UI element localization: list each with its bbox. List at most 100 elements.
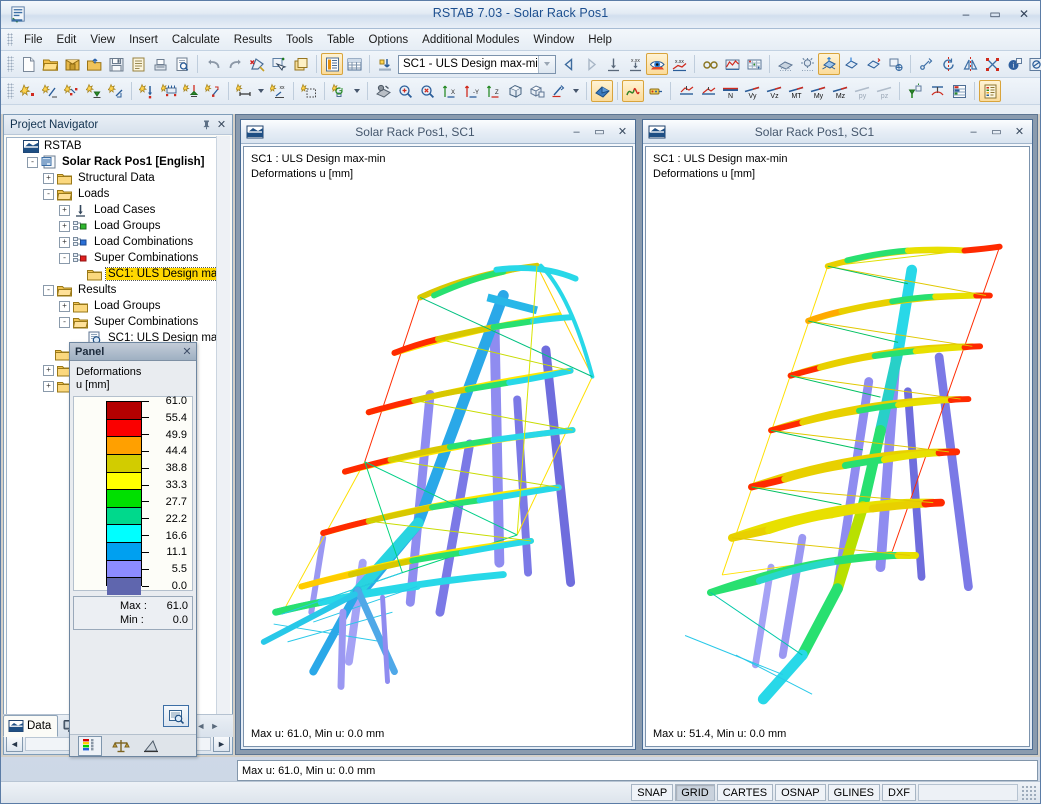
new-file-button[interactable] [17,53,39,75]
force-mt-button[interactable]: MT [785,80,807,102]
close-icon[interactable]: ✕ [180,345,194,359]
view-1-maximize-button[interactable]: ▭ [591,124,608,139]
comment-button[interactable]: xx [267,80,289,102]
view-iso-button[interactable] [818,53,840,75]
import-button[interactable] [83,53,105,75]
force-vy-button[interactable]: Vy [741,80,763,102]
print-preview-button[interactable] [171,53,193,75]
deformation-values-button[interactable]: x.xx [624,53,646,75]
new-imperfection-button[interactable] [180,80,202,102]
view-1-minimize-button[interactable]: – [568,124,585,139]
redo-button[interactable] [224,53,246,75]
tree-item-structural-data[interactable]: + Structural Data [7,170,229,186]
collapse-icon[interactable]: - [59,252,70,264]
rotate-object-button[interactable] [937,53,959,75]
panel-tab-color-scale[interactable] [78,735,102,756]
result-diagram-button[interactable] [721,53,743,75]
zoom-all-button[interactable] [416,80,438,102]
render-shaded-button[interactable] [591,80,613,102]
menu-item-view[interactable]: View [83,32,122,48]
view-in-y-button[interactable]: -Y [460,80,482,102]
view-2-maximize-button[interactable]: ▭ [988,124,1005,139]
show-table-grid-button[interactable] [343,53,365,75]
resize-grip[interactable] [1021,784,1037,801]
status-toggle-dxf[interactable]: DXF [882,784,916,801]
tree-item-sc1-uls-design-max-min[interactable]: SC1: ULS Design max-min [7,266,229,282]
navigator-tab-data[interactable]: Data [3,715,59,737]
tree-item-results[interactable]: - Results [7,282,229,298]
copy-object-button[interactable] [290,53,312,75]
close-button[interactable]: ✕ [1014,5,1034,22]
view-settings-button[interactable] [884,53,906,75]
mirror-object-button[interactable] [959,53,981,75]
new-node-button[interactable] [17,80,39,102]
menu-item-tools[interactable]: Tools [279,32,320,48]
status-toggle-cartes[interactable]: CARTES [716,784,774,801]
menu-item-table[interactable]: Table [320,32,362,48]
expand-icon[interactable]: + [43,364,54,376]
force-py-button[interactable]: py [851,80,873,102]
menu-item-results[interactable]: Results [227,32,279,48]
status-toggle-osnap[interactable]: OSNAP [775,784,826,801]
open-project-button[interactable] [61,53,83,75]
object-info-button[interactable]: i [1003,53,1025,75]
minimize-button[interactable]: – [956,5,976,22]
show-all-forces2-button[interactable] [697,80,719,102]
tree-item-super-combinations[interactable]: - Super Combinations [7,250,229,266]
next-load-case-button[interactable] [580,53,602,75]
new-generated-load-button[interactable] [202,80,224,102]
printout-report-open-button[interactable] [979,80,1001,102]
menu-item-calculate[interactable]: Calculate [165,32,227,48]
collapse-icon[interactable]: - [59,316,70,328]
new-member-button[interactable] [39,80,61,102]
status-toggle-snap[interactable]: SNAP [631,784,674,801]
result-tables-button[interactable] [948,80,970,102]
new-member-load-button[interactable] [158,80,180,102]
menu-item-options[interactable]: Options [362,32,416,48]
select-window-button[interactable] [298,80,320,102]
force-vz-button[interactable]: Vz [763,80,785,102]
tree-item-loads[interactable]: - Loads [7,186,229,202]
deformation-display-button[interactable] [602,53,624,75]
render-dots-button[interactable] [796,53,818,75]
printout-report-button[interactable] [127,53,149,75]
new-nodal-load-button[interactable] [136,80,158,102]
show-tables-button[interactable] [321,53,343,75]
tree-item-load-groups[interactable]: + Load Groups [7,298,229,314]
show-deformation-button[interactable] [622,80,644,102]
view-in-x-button[interactable]: X [438,80,460,102]
pin-icon[interactable] [199,117,214,132]
glasses-view-button[interactable] [699,53,721,75]
menu-item-edit[interactable]: Edit [50,32,84,48]
toolbar-grip[interactable] [7,83,14,99]
expand-icon[interactable]: + [59,220,70,232]
previous-load-case-button[interactable] [558,53,580,75]
result-section-button[interactable] [926,80,948,102]
force-my-button[interactable]: My [807,80,829,102]
edit-geometry-button[interactable] [246,53,268,75]
show-all-forces-button[interactable] [675,80,697,102]
panel-tab-factors[interactable] [110,737,132,755]
result-values-button[interactable]: x.xx [668,53,690,75]
tab-scroll-right-button[interactable]: ► [208,719,221,734]
tree-item-load-combinations[interactable]: + Load Combinations [7,234,229,250]
load-case-combo[interactable]: SC1 - ULS Design max-min [398,54,556,74]
result-direction-button[interactable] [904,80,926,102]
result-table-button[interactable] [743,53,765,75]
zoom-window-button[interactable] [394,80,416,102]
view-1-canvas[interactable]: SC1 : ULS Design max-min Deformations u … [243,146,633,747]
printout-capture-button[interactable] [1025,53,1041,75]
force-pz-button[interactable]: pz [873,80,895,102]
menu-item-file[interactable]: File [17,32,50,48]
generate-dropdown[interactable] [351,80,363,102]
tree-item-solar-rack-pos1-english[interactable]: - Solar Rack Pos1 [English] [7,154,229,170]
view-in-z-button[interactable]: Z [482,80,504,102]
select-objects-button[interactable] [268,53,290,75]
menu-item-help[interactable]: Help [581,32,619,48]
render-model-button[interactable] [372,80,394,102]
scale-object-button[interactable] [981,53,1003,75]
expand-icon[interactable]: + [43,380,54,392]
tree-item-super-combinations[interactable]: - Super Combinations [7,314,229,330]
collapse-icon[interactable]: - [43,284,54,296]
dimension-button[interactable] [233,80,255,102]
